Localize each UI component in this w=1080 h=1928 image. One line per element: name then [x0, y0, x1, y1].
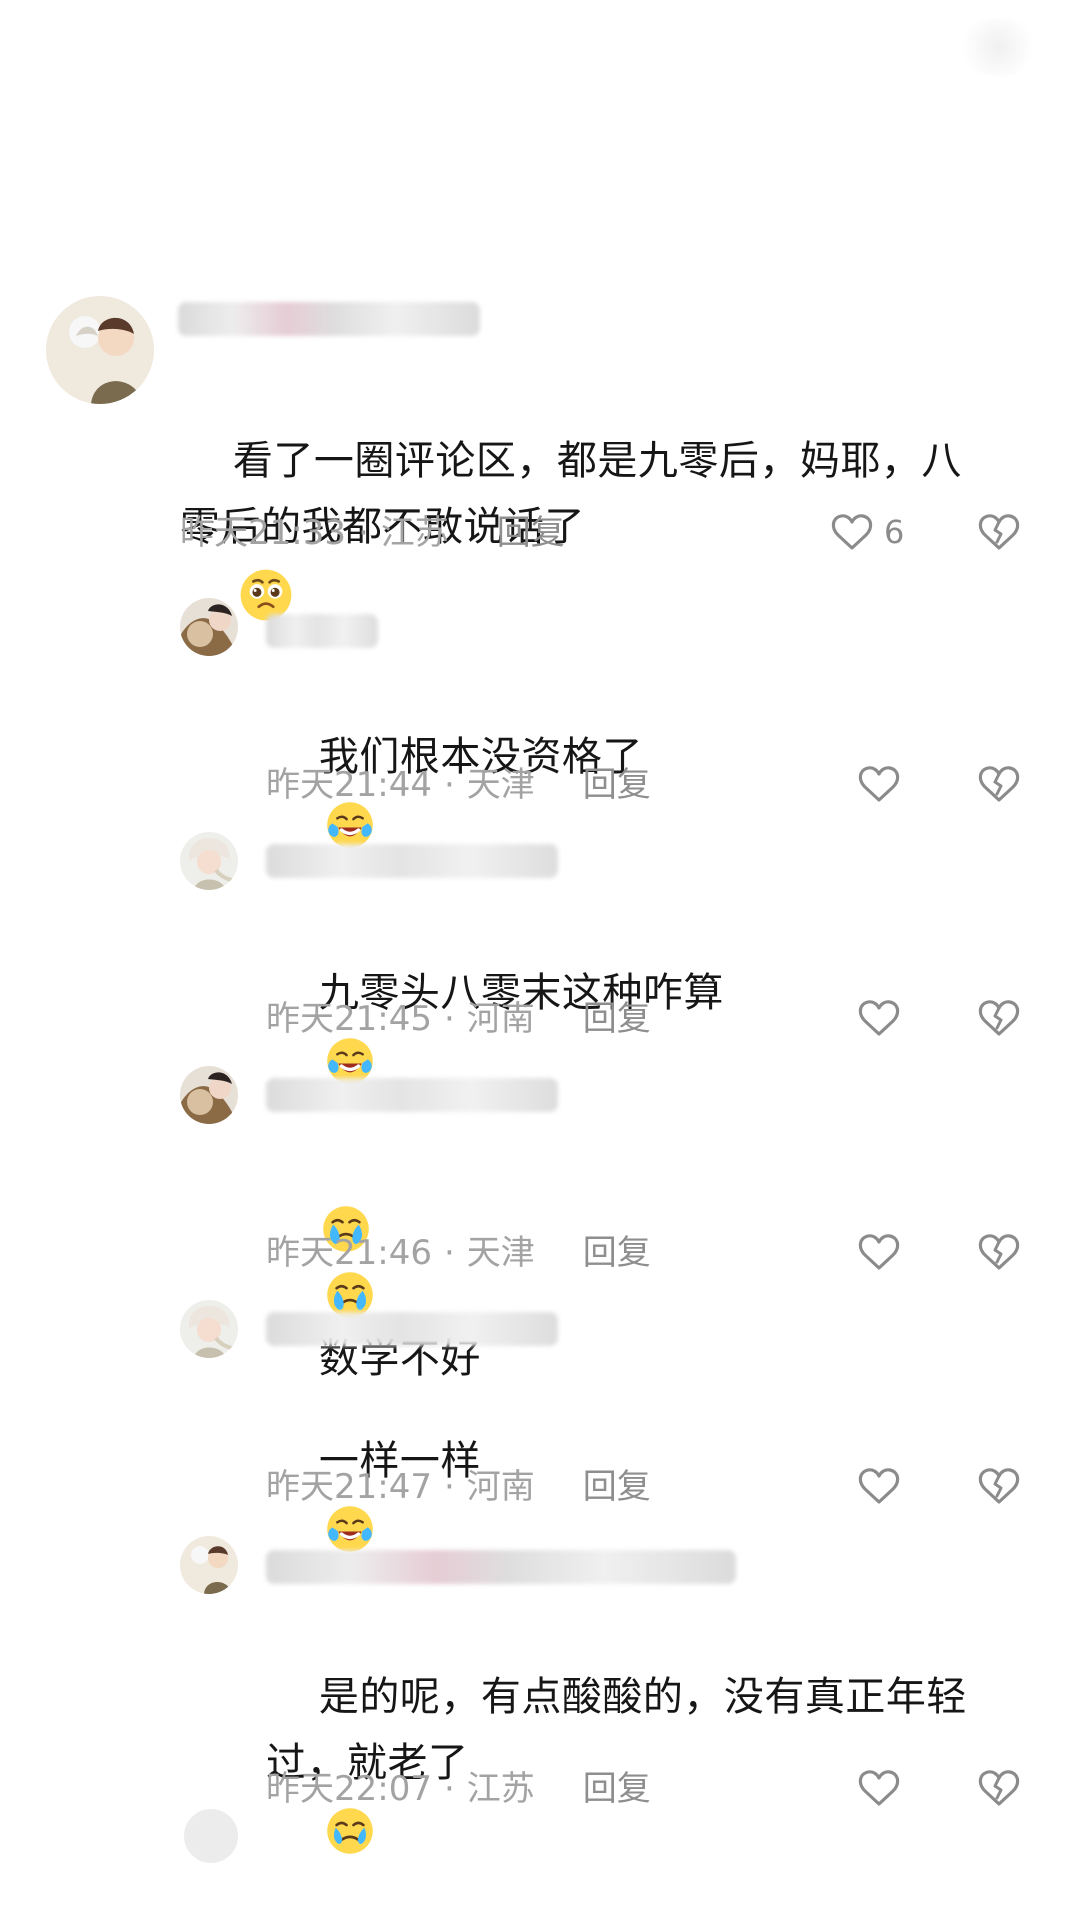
reply-button[interactable]: 回复 [583, 765, 651, 805]
reply-meta: 昨天21:44 · 天津 回复 [266, 768, 651, 802]
heart-outline-icon[interactable] [855, 994, 903, 1042]
reply-meta: 昨天22:07 · 江苏 回复 [266, 1772, 651, 1806]
username-blurred[interactable] [266, 1312, 558, 1346]
comment-location: 天津 [466, 765, 535, 805]
broken-heart-icon[interactable] [975, 1764, 1023, 1812]
reply-button[interactable]: 回复 [583, 1467, 651, 1507]
heart-outline-icon[interactable] [855, 760, 903, 808]
comment-location: 江苏 [380, 513, 449, 553]
reply-button[interactable]: 回复 [497, 513, 565, 553]
comment-location: 河南 [466, 999, 535, 1039]
avatar[interactable] [180, 1300, 238, 1358]
avatar[interactable] [180, 832, 238, 890]
like-group: 6 [828, 508, 904, 556]
avatar-image [180, 1300, 238, 1358]
next-avatar-peek [184, 1809, 238, 1863]
heart-outline-icon[interactable] [855, 1228, 903, 1276]
comment-time: 昨天21:44 [266, 765, 432, 805]
comment-time: 昨天21:46 [266, 1233, 432, 1273]
avatar-image [180, 832, 238, 890]
username-blurred[interactable] [266, 614, 378, 648]
broken-heart-icon[interactable] [975, 1228, 1023, 1276]
avatar-image [180, 1536, 238, 1594]
like-count: 6 [884, 513, 905, 551]
reply-meta: 昨天21:47 · 河南 回复 [266, 1470, 651, 1504]
username-blurred[interactable] [266, 844, 558, 878]
comment-meta: 昨天21:33 · 江苏 回复 [180, 516, 565, 550]
top-corner-mark [954, 18, 1042, 76]
broken-heart-icon[interactable] [975, 508, 1023, 556]
avatar-image [46, 296, 154, 404]
avatar[interactable] [46, 296, 154, 404]
reply-meta: 昨天21:46 · 天津 回复 [266, 1236, 651, 1270]
heart-outline-icon[interactable] [855, 1462, 903, 1510]
reply-text: 是的呢，有点酸酸的，没有真正年轻过，就老了 [266, 1598, 986, 1928]
reply-button[interactable]: 回复 [583, 1769, 651, 1809]
comment-time: 昨天22:07 [266, 1769, 432, 1809]
reply-comment-3: 九零头八零末这种咋算 昨天21:45 · 河南 回复 [0, 826, 1080, 1084]
sad-face-emoji [327, 1808, 373, 1854]
comment-time: 昨天21:33 [180, 513, 346, 553]
avatar[interactable] [180, 598, 238, 656]
reply-comment-6: 是的呢，有点酸酸的，没有真正年轻过，就老了 昨天22:07 · 江苏 回复 [0, 1528, 1080, 1854]
reply-comment-2: 我们根本没资格了 昨天21:44 · 天津 回复 [0, 592, 1080, 848]
meta-separator: · [443, 1467, 455, 1507]
reply-button[interactable]: 回复 [583, 999, 651, 1039]
username-blurred[interactable] [266, 1550, 736, 1584]
reply-comment-4: 数学不好 昨天21:46 · 天津 回复 [0, 1060, 1080, 1382]
meta-separator: · [443, 1233, 455, 1273]
broken-heart-icon[interactable] [975, 1462, 1023, 1510]
reply-button[interactable]: 回复 [583, 1233, 651, 1273]
avatar[interactable] [180, 1536, 238, 1594]
meta-separator: · [443, 1769, 455, 1809]
avatar-image [180, 1066, 238, 1124]
broken-heart-icon[interactable] [975, 760, 1023, 808]
comment-main-1: 看了一圈评论区，都是九零后，妈耶，八零后的我都不敢说话了 昨天21:33 · 江苏回… [0, 290, 1080, 621]
heart-outline-icon[interactable] [855, 1764, 903, 1812]
avatar[interactable] [180, 1066, 238, 1124]
comment-location: 河南 [466, 1467, 535, 1507]
reply-comment-5: 一样一样 昨天21:47 · 河南 回复 [0, 1294, 1080, 1552]
avatar-image [180, 598, 238, 656]
comment-location: 天津 [466, 1233, 535, 1273]
meta-separator: · [357, 513, 369, 553]
comment-time: 昨天21:47 [266, 1467, 432, 1507]
username-blurred[interactable] [266, 1078, 558, 1112]
comment-time: 昨天21:45 [266, 999, 432, 1039]
heart-outline-icon[interactable] [828, 508, 876, 556]
reply-meta: 昨天21:45 · 河南 回复 [266, 1002, 651, 1036]
broken-heart-icon[interactable] [975, 994, 1023, 1042]
meta-separator: · [443, 765, 455, 805]
comment-location: 江苏 [466, 1769, 535, 1809]
username-blurred[interactable] [178, 302, 480, 336]
meta-separator: · [443, 999, 455, 1039]
top-blank-area [0, 0, 1080, 290]
